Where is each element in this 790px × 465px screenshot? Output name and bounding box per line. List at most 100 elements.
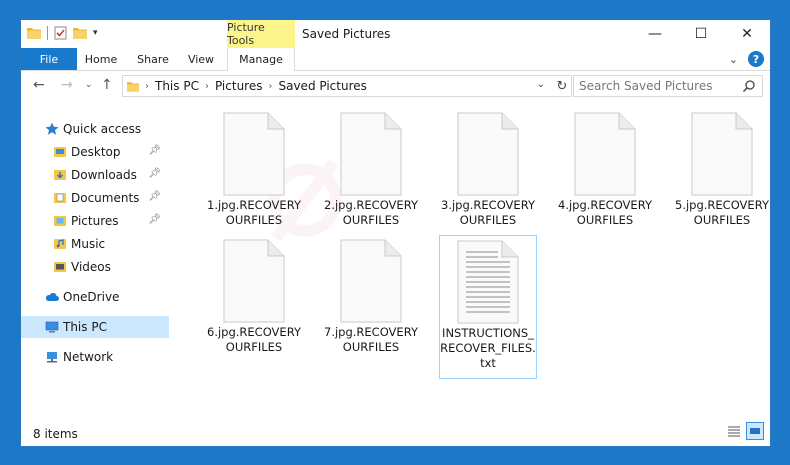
toolbar-separator bbox=[47, 26, 48, 40]
sidebar-item-documents[interactable]: Documents 📌︎ bbox=[21, 187, 169, 209]
ribbon-controls: ⌄ ? bbox=[729, 51, 764, 67]
file-name: 7.jpg.RECOVERYOURFILES bbox=[324, 325, 418, 354]
details-view-button[interactable] bbox=[725, 422, 743, 440]
generic-file-icon bbox=[223, 239, 285, 323]
refresh-button[interactable]: ↻ bbox=[551, 75, 573, 97]
file-name: 1.jpg.RECOVERYOURFILES bbox=[207, 198, 301, 227]
address-dropdown-chevron-icon[interactable]: ⌄ bbox=[537, 79, 545, 90]
close-button[interactable]: ✕ bbox=[724, 20, 770, 48]
file-item[interactable]: 4.jpg.RECOVERYOURFILES bbox=[556, 112, 654, 228]
address-bar[interactable]: › This PC › Pictures › Saved Pictures ⌄ bbox=[122, 75, 572, 97]
sidebar-item-label: Desktop bbox=[71, 145, 121, 159]
breadcrumb-separator-icon: › bbox=[204, 80, 209, 92]
generic-file-icon bbox=[223, 112, 285, 196]
network-icon bbox=[47, 352, 57, 363]
computer-icon bbox=[45, 321, 59, 333]
star-icon bbox=[45, 122, 59, 135]
file-item[interactable]: 1.jpg.RECOVERYOURFILES bbox=[205, 112, 303, 228]
sidebar-item-label: Music bbox=[71, 237, 106, 251]
music-folder-icon bbox=[54, 239, 66, 249]
file-item[interactable]: 5.jpg.RECOVERYOURFILES bbox=[673, 112, 771, 228]
file-item[interactable]: 3.jpg.RECOVERYOURFILES bbox=[439, 112, 537, 228]
generic-file-icon bbox=[691, 112, 753, 196]
folder-icon[interactable] bbox=[27, 27, 41, 39]
search-input[interactable]: Search Saved Pictures bbox=[573, 75, 763, 97]
file-item-selected[interactable]: INSTRUCTIONS_RECOVER_FILES.txt bbox=[439, 235, 537, 379]
file-item[interactable]: 6.jpg.RECOVERYOURFILES bbox=[205, 239, 303, 355]
details-view-icon bbox=[728, 426, 740, 437]
tab-manage[interactable]: Manage bbox=[227, 48, 295, 71]
pin-icon[interactable]: 📌︎ bbox=[148, 214, 161, 225]
documents-folder-icon bbox=[54, 193, 66, 203]
sidebar-item-label: OneDrive bbox=[63, 290, 120, 304]
sidebar-item-music[interactable]: Music bbox=[21, 233, 169, 255]
minimize-button[interactable]: — bbox=[632, 20, 678, 48]
sidebar-item-label: Quick access bbox=[63, 122, 142, 136]
address-row: ← → ⌄ ↑ › This PC › Pictures › Saved Pic… bbox=[21, 71, 770, 101]
file-name: 4.jpg.RECOVERYOURFILES bbox=[558, 198, 652, 227]
pin-icon[interactable]: 📌︎ bbox=[148, 145, 161, 156]
sidebar-item-network[interactable]: Network bbox=[21, 346, 169, 368]
large-icons-view-button[interactable] bbox=[746, 422, 764, 440]
back-arrow-icon[interactable]: ← bbox=[33, 77, 45, 93]
file-item[interactable]: 2.jpg.RECOVERYOURFILES bbox=[322, 112, 420, 228]
help-icon[interactable]: ? bbox=[748, 51, 764, 67]
sidebar-item-videos[interactable]: Videos bbox=[21, 256, 169, 278]
videos-folder-icon bbox=[54, 262, 66, 272]
breadcrumb-this-pc[interactable]: This PC bbox=[155, 79, 199, 93]
sidebar-item-pictures[interactable]: Pictures 📌︎ bbox=[21, 210, 169, 232]
explorer-window: ▾ Picture Tools Saved Pictures — ☐ ✕ Fil… bbox=[20, 19, 771, 447]
sidebar-item-downloads[interactable]: Downloads 📌︎ bbox=[21, 164, 169, 186]
status-item-count: 8 items bbox=[33, 427, 78, 441]
tab-view[interactable]: View bbox=[181, 48, 221, 70]
file-name: 6.jpg.RECOVERYOURFILES bbox=[207, 325, 301, 354]
breadcrumb-saved-pictures[interactable]: Saved Pictures bbox=[278, 79, 366, 93]
text-file-icon bbox=[457, 240, 519, 324]
sidebar-item-label: Network bbox=[63, 350, 114, 364]
title-bar: ▾ Picture Tools Saved Pictures — ☐ ✕ bbox=[21, 20, 770, 48]
tab-home[interactable]: Home bbox=[79, 48, 123, 70]
generic-file-icon bbox=[340, 239, 402, 323]
onedrive-cloud-icon bbox=[45, 293, 59, 301]
sidebar-item-onedrive[interactable]: OneDrive bbox=[21, 286, 169, 308]
properties-icon[interactable] bbox=[54, 26, 67, 40]
file-name: INSTRUCTIONS_RECOVER_FILES.txt bbox=[440, 326, 536, 370]
file-name: 5.jpg.RECOVERYOURFILES bbox=[675, 198, 769, 227]
file-name: 2.jpg.RECOVERYOURFILES bbox=[324, 198, 418, 227]
generic-file-icon bbox=[457, 112, 519, 196]
breadcrumb-separator-icon: › bbox=[145, 80, 149, 92]
sidebar-item-label: This PC bbox=[63, 320, 107, 334]
sidebar-item-this-pc[interactable]: This PC bbox=[21, 316, 169, 338]
tab-file[interactable]: File bbox=[21, 48, 77, 70]
close-icon: ✕ bbox=[741, 26, 753, 42]
forward-arrow-icon[interactable]: → bbox=[61, 77, 73, 93]
window-title: Saved Pictures bbox=[302, 27, 391, 41]
new-folder-icon[interactable] bbox=[73, 27, 87, 39]
quick-access-toolbar: ▾ bbox=[27, 26, 98, 40]
folder-icon bbox=[127, 81, 139, 92]
generic-file-icon bbox=[574, 112, 636, 196]
desktop-folder-icon bbox=[54, 147, 66, 157]
up-arrow-icon[interactable]: ↑ bbox=[101, 77, 113, 93]
sidebar-item-desktop[interactable]: Desktop 📌︎ bbox=[21, 141, 169, 163]
tab-share[interactable]: Share bbox=[131, 48, 175, 70]
customize-qat-chevron-icon[interactable]: ▾ bbox=[93, 28, 98, 38]
downloads-folder-icon bbox=[54, 170, 66, 180]
view-switcher bbox=[725, 422, 764, 440]
sidebar-item-quick-access[interactable]: Quick access bbox=[21, 118, 169, 140]
pictures-folder-icon bbox=[54, 216, 66, 226]
pin-icon[interactable]: 📌︎ bbox=[148, 191, 161, 202]
expand-ribbon-chevron-icon[interactable]: ⌄ bbox=[729, 53, 738, 66]
ribbon-tabs: File Home Share View Manage ⌄ ? bbox=[21, 48, 770, 71]
file-item[interactable]: 7.jpg.RECOVERYOURFILES bbox=[322, 239, 420, 355]
maximize-icon: ☐ bbox=[694, 26, 708, 42]
maximize-button[interactable]: ☐ bbox=[678, 20, 724, 48]
file-list-view: ⌀ 1.jpg.RECOVERYOURFILES 2.jpg.RECOVERYO… bbox=[171, 101, 771, 426]
navigation-pane: Quick access Desktop 📌︎ Downloads 📌︎ Doc… bbox=[21, 106, 171, 426]
refresh-icon: ↻ bbox=[556, 78, 568, 94]
breadcrumb-pictures[interactable]: Pictures bbox=[215, 79, 263, 93]
search-placeholder: Search Saved Pictures bbox=[579, 79, 713, 93]
recent-locations-chevron-icon[interactable]: ⌄ bbox=[85, 80, 93, 90]
pin-icon[interactable]: 📌︎ bbox=[148, 168, 161, 179]
large-icons-view-icon bbox=[750, 428, 760, 434]
